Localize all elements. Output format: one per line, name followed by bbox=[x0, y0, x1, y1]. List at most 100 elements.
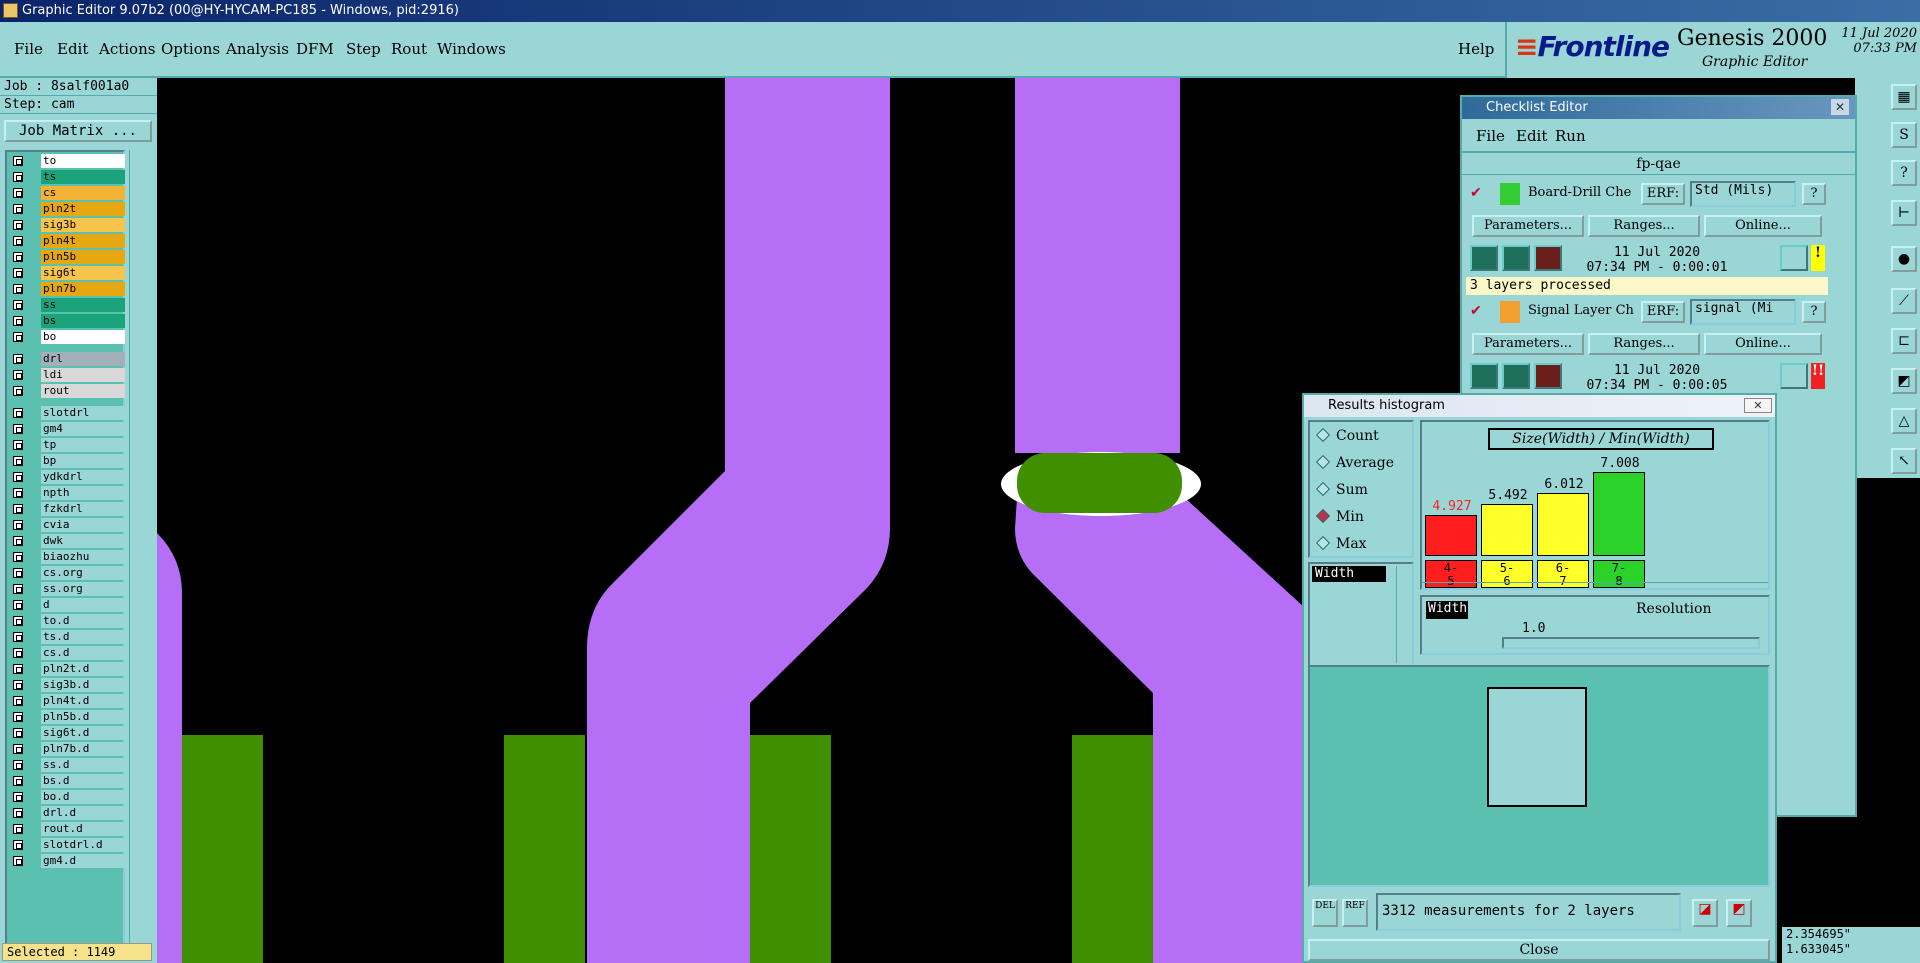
layer-name[interactable]: pln2t.d bbox=[41, 662, 125, 676]
menu-edit[interactable]: Edit bbox=[57, 40, 88, 58]
run-icon[interactable] bbox=[1470, 245, 1498, 271]
layer-affected-checkbox[interactable] bbox=[13, 728, 23, 738]
layer-name[interactable]: bo bbox=[41, 330, 125, 344]
histogram-bar[interactable] bbox=[1425, 515, 1477, 556]
layer-name[interactable]: d bbox=[41, 598, 125, 612]
layer-affected-checkbox[interactable] bbox=[13, 156, 23, 166]
layer-affected-checkbox[interactable] bbox=[13, 504, 23, 514]
layer-affected-checkbox[interactable] bbox=[13, 824, 23, 834]
layer-row[interactable]: pln7b.d bbox=[9, 742, 125, 756]
menu-windows[interactable]: Windows bbox=[437, 40, 506, 58]
checklist-menu-edit[interactable]: Edit bbox=[1516, 127, 1547, 145]
layer-affected-checkbox[interactable] bbox=[13, 760, 23, 770]
zoom-results-icon[interactable] bbox=[1780, 245, 1808, 271]
layer-row[interactable]: drl bbox=[9, 352, 125, 366]
layer-row[interactable]: sig3b bbox=[9, 218, 125, 232]
layer-row[interactable]: sig6t.d bbox=[9, 726, 125, 740]
layer-row[interactable]: sig3b.d bbox=[9, 678, 125, 692]
layer-affected-checkbox[interactable] bbox=[13, 332, 23, 342]
layer-name[interactable]: dwk bbox=[41, 534, 125, 548]
histogram-bar[interactable] bbox=[1481, 504, 1533, 556]
layer-row[interactable]: bo bbox=[9, 330, 125, 344]
layer-affected-checkbox[interactable] bbox=[13, 776, 23, 786]
layer-row[interactable]: ldi bbox=[9, 368, 125, 382]
layer-name[interactable]: cs bbox=[41, 186, 125, 200]
check-help-button[interactable]: ? bbox=[1802, 183, 1826, 205]
layer-name[interactable]: pln2t bbox=[41, 202, 125, 216]
layer-affected-checkbox[interactable] bbox=[13, 600, 23, 610]
tool-grid-icon[interactable]: ▦ bbox=[1891, 84, 1917, 110]
layer-row[interactable]: ts bbox=[9, 170, 125, 184]
layer-affected-checkbox[interactable] bbox=[13, 584, 23, 594]
layer-row[interactable]: tp bbox=[9, 438, 125, 452]
layer-affected-checkbox[interactable] bbox=[13, 386, 23, 396]
layer-affected-checkbox[interactable] bbox=[13, 568, 23, 578]
layer-name[interactable]: ldi bbox=[41, 368, 125, 382]
layer-row[interactable]: bp bbox=[9, 454, 125, 468]
menu-file[interactable]: File bbox=[14, 40, 43, 58]
menu-rout[interactable]: Rout bbox=[391, 40, 427, 58]
parameters-button[interactable]: Parameters... bbox=[1472, 215, 1584, 237]
mode-min[interactable]: Min bbox=[1315, 508, 1364, 525]
parameters-button[interactable]: Parameters... bbox=[1472, 333, 1584, 355]
layer-row[interactable]: pln7b bbox=[9, 282, 125, 296]
layer-row[interactable]: pln5b.d bbox=[9, 710, 125, 724]
histogram-bar[interactable] bbox=[1537, 493, 1589, 556]
layer-name[interactable]: pln5b bbox=[41, 250, 125, 264]
ranges-button[interactable]: Ranges... bbox=[1588, 215, 1700, 237]
mode-count[interactable]: Count bbox=[1315, 427, 1379, 444]
layer-row[interactable]: ss.d bbox=[9, 758, 125, 772]
tool-measure-icon[interactable]: ⊢ bbox=[1891, 200, 1917, 226]
close-icon[interactable]: ✕ bbox=[1831, 99, 1849, 115]
layer-row[interactable]: rout.d bbox=[9, 822, 125, 836]
layer-affected-checkbox[interactable] bbox=[13, 284, 23, 294]
run-all-icon[interactable] bbox=[1502, 245, 1530, 271]
layer-row[interactable]: bs bbox=[9, 314, 125, 328]
layer-row[interactable]: ydkdrl bbox=[9, 470, 125, 484]
layer-row[interactable]: slotdrl.d bbox=[9, 838, 125, 852]
layer-name[interactable]: cvia bbox=[41, 518, 125, 532]
layer-row[interactable]: pln4t.d bbox=[9, 694, 125, 708]
ranges-button[interactable]: Ranges... bbox=[1588, 333, 1700, 355]
layer-name[interactable]: pln4t.d bbox=[41, 694, 125, 708]
layer-name[interactable]: ts.d bbox=[41, 630, 125, 644]
histogram-hscroll[interactable] bbox=[1422, 582, 1768, 592]
layer-row[interactable]: ss.org bbox=[9, 582, 125, 596]
layer-name[interactable]: pln5b.d bbox=[41, 710, 125, 724]
layer-name[interactable]: bs bbox=[41, 314, 125, 328]
online-button[interactable]: Online... bbox=[1704, 215, 1822, 237]
layer-name[interactable]: sig6t.d bbox=[41, 726, 125, 740]
close-icon[interactable]: ✕ bbox=[1744, 398, 1772, 413]
menu-step[interactable]: Step bbox=[346, 40, 381, 58]
layer-row[interactable]: gm4 bbox=[9, 422, 125, 436]
layer-name[interactable]: npth bbox=[41, 486, 125, 500]
tool-shape-icon[interactable]: ◩ bbox=[1891, 368, 1917, 394]
layer-row[interactable]: to bbox=[9, 154, 125, 168]
layer-row[interactable]: sig6t bbox=[9, 266, 125, 280]
layer-name[interactable]: pln7b bbox=[41, 282, 125, 296]
check-enabled-icon[interactable]: ✔ bbox=[1470, 303, 1482, 319]
layer-affected-checkbox[interactable] bbox=[13, 648, 23, 658]
layer-list-scrollbar[interactable] bbox=[129, 150, 153, 950]
stop-icon[interactable] bbox=[1534, 245, 1562, 271]
layer-name[interactable]: to bbox=[41, 154, 125, 168]
layer-name[interactable]: ydkdrl bbox=[41, 470, 125, 484]
stop-icon[interactable] bbox=[1534, 363, 1562, 389]
layer-affected-checkbox[interactable] bbox=[13, 792, 23, 802]
layer-affected-checkbox[interactable] bbox=[13, 520, 23, 530]
checklist-menu-file[interactable]: File bbox=[1476, 127, 1505, 145]
layer-row[interactable]: slotdrl bbox=[9, 406, 125, 420]
tool-s-icon[interactable]: S bbox=[1891, 122, 1917, 148]
layer-name[interactable]: bp bbox=[41, 454, 125, 468]
check-help-button[interactable]: ? bbox=[1802, 301, 1826, 323]
layer-affected-checkbox[interactable] bbox=[13, 840, 23, 850]
zoom-results-icon[interactable] bbox=[1780, 363, 1808, 389]
layer-affected-checkbox[interactable] bbox=[13, 408, 23, 418]
layer-name[interactable]: to.d bbox=[41, 614, 125, 628]
select-icon[interactable]: ◩ bbox=[1726, 899, 1752, 927]
menu-dfm[interactable]: DFM bbox=[296, 40, 334, 58]
close-button[interactable]: Close bbox=[1308, 939, 1770, 961]
layer-affected-checkbox[interactable] bbox=[13, 680, 23, 690]
checklist-menu-run[interactable]: Run bbox=[1555, 127, 1586, 145]
run-icon[interactable] bbox=[1470, 363, 1498, 389]
